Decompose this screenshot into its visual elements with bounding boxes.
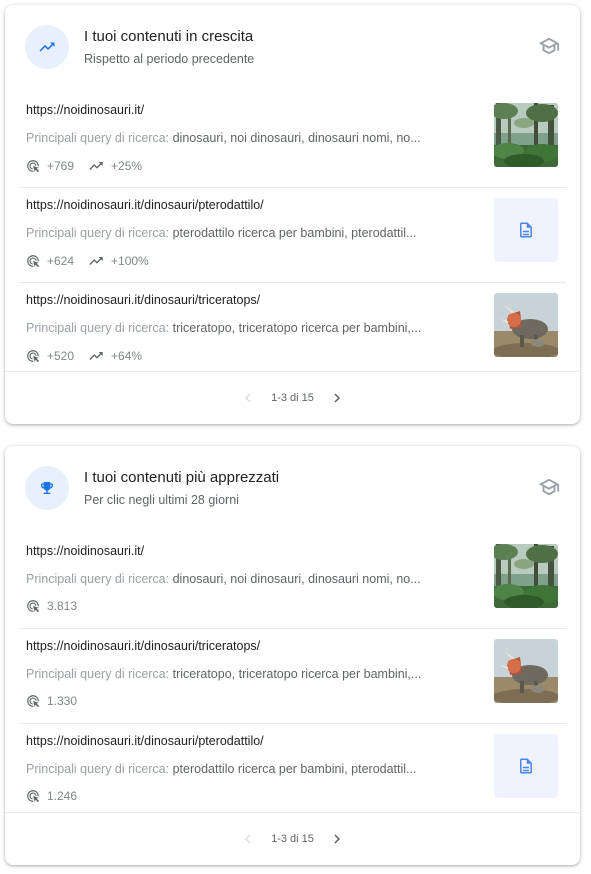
page-url[interactable]: https://noidinosauri.it/dinosauri/tricer… — [26, 639, 260, 653]
query-label: Principali query di ricerca: — [26, 321, 173, 335]
top-queries: Principali query di ricerca: triceratopo… — [26, 667, 460, 681]
query-label: Principali query di ricerca: — [26, 762, 173, 776]
content-row[interactable]: https://noidinosauri.it/ Principali quer… — [19, 93, 566, 188]
clicks-metric: +520 — [26, 349, 74, 363]
forest-image — [494, 544, 558, 608]
school-icon[interactable] — [538, 35, 560, 57]
page-url[interactable]: https://noidinosauri.it/dinosauri/pterod… — [26, 734, 264, 748]
page-url[interactable]: https://noidinosauri.it/ — [26, 103, 144, 117]
row-metrics: +769 +25% — [26, 158, 156, 174]
card-subtitle: Per clic negli ultimi 28 giorni — [84, 493, 239, 507]
clicks-value: 1.246 — [47, 789, 78, 803]
content-row[interactable]: https://noidinosauri.it/dinosauri/pterod… — [19, 188, 566, 283]
pagination: 1-3 di 15 — [5, 812, 580, 865]
card-header: I tuoi contenuti in crescita Rispetto al… — [5, 5, 580, 93]
page-url[interactable]: https://noidinosauri.it/dinosauri/pterod… — [26, 198, 264, 212]
row-metrics: 1.246 — [26, 789, 91, 803]
clicks-metric: +769 — [26, 159, 74, 173]
content-row[interactable]: https://noidinosauri.it/dinosauri/pterod… — [19, 724, 566, 818]
query-value: dinosauri, noi dinosauri, dinosauri nomi… — [172, 131, 421, 145]
clicks-value: 3.813 — [47, 599, 78, 613]
click-icon — [26, 159, 40, 173]
content-list: https://noidinosauri.it/ Principali quer… — [5, 93, 580, 377]
trending-up-icon — [88, 348, 104, 364]
clicks-metric: 1.330 — [26, 694, 77, 708]
forest-image — [494, 103, 558, 167]
content-row[interactable]: https://noidinosauri.it/ Principali quer… — [19, 534, 566, 629]
content-row[interactable]: https://noidinosauri.it/dinosauri/tricer… — [19, 629, 566, 724]
clicks-metric: 1.246 — [26, 789, 77, 803]
row-metrics: 1.330 — [26, 694, 91, 708]
page-url[interactable]: https://noidinosauri.it/dinosauri/tricer… — [26, 293, 260, 307]
chevron-left-icon[interactable] — [237, 828, 259, 850]
trend-metric: +25% — [88, 158, 142, 174]
pagination-label: 1-3 di 15 — [271, 392, 314, 404]
content-list: https://noidinosauri.it/ Principali quer… — [5, 534, 580, 818]
chevron-right-icon[interactable] — [326, 387, 348, 409]
query-value: pterodattilo ricerca per bambini, pterod… — [172, 226, 417, 240]
clicks-value: 1.330 — [47, 694, 78, 708]
triceratops-image — [494, 639, 558, 703]
card-title: I tuoi contenuti in crescita — [84, 28, 254, 45]
query-value: pterodattilo ricerca per bambini, pterod… — [172, 762, 417, 776]
clicks-value: +769 — [47, 159, 75, 173]
query-value: triceratopo, triceratopo ricerca per bam… — [172, 667, 422, 681]
top-queries: Principali query di ricerca: dinosauri, … — [26, 572, 460, 586]
clicks-value: +624 — [47, 254, 75, 268]
trending-up-icon — [88, 253, 104, 269]
school-icon[interactable] — [538, 476, 560, 498]
top-queries: Principali query di ricerca: triceratopo… — [26, 321, 460, 335]
query-label: Principali query di ricerca: — [26, 226, 173, 240]
click-icon — [26, 254, 40, 268]
click-icon — [26, 349, 40, 363]
document-icon — [494, 198, 558, 262]
clicks-metric: 3.813 — [26, 599, 77, 613]
popular-content-card: I tuoi contenuti più apprezzati Per clic… — [5, 446, 580, 865]
triceratops-image — [494, 293, 558, 357]
top-queries: Principali query di ricerca: dinosauri, … — [26, 131, 460, 145]
trending-up-icon — [25, 25, 69, 69]
document-icon — [494, 734, 558, 798]
top-queries: Principali query di ricerca: pterodattil… — [26, 226, 460, 240]
trend-value: +64% — [111, 349, 143, 363]
trend-metric: +64% — [88, 348, 142, 364]
click-icon — [26, 789, 40, 803]
row-metrics: +520 +64% — [26, 348, 156, 364]
top-queries: Principali query di ricerca: pterodattil… — [26, 762, 460, 776]
query-label: Principali query di ricerca: — [26, 131, 173, 145]
click-icon — [26, 694, 40, 708]
chevron-left-icon[interactable] — [237, 387, 259, 409]
trophy-icon — [25, 466, 69, 510]
clicks-metric: +624 — [26, 254, 74, 268]
card-title: I tuoi contenuti più apprezzati — [84, 469, 280, 486]
query-label: Principali query di ricerca: — [26, 572, 173, 586]
trend-value: +100% — [111, 254, 149, 268]
click-icon — [26, 599, 40, 613]
query-label: Principali query di ricerca: — [26, 667, 173, 681]
row-metrics: +624 +100% — [26, 253, 163, 269]
page-url[interactable]: https://noidinosauri.it/ — [26, 544, 144, 558]
card-header: I tuoi contenuti più apprezzati Per clic… — [5, 446, 580, 534]
pagination: 1-3 di 15 — [5, 371, 580, 424]
trend-value: +25% — [111, 159, 143, 173]
card-subtitle: Rispetto al periodo precedente — [84, 52, 255, 66]
query-value: triceratopo, triceratopo ricerca per bam… — [172, 321, 422, 335]
pagination-label: 1-3 di 15 — [271, 833, 314, 845]
trending-up-icon — [88, 158, 104, 174]
growing-content-card: I tuoi contenuti in crescita Rispetto al… — [5, 5, 580, 424]
row-metrics: 3.813 — [26, 599, 91, 613]
chevron-right-icon[interactable] — [326, 828, 348, 850]
content-row[interactable]: https://noidinosauri.it/dinosauri/tricer… — [19, 283, 566, 377]
trend-metric: +100% — [88, 253, 149, 269]
clicks-value: +520 — [47, 349, 75, 363]
query-value: dinosauri, noi dinosauri, dinosauri nomi… — [172, 572, 421, 586]
